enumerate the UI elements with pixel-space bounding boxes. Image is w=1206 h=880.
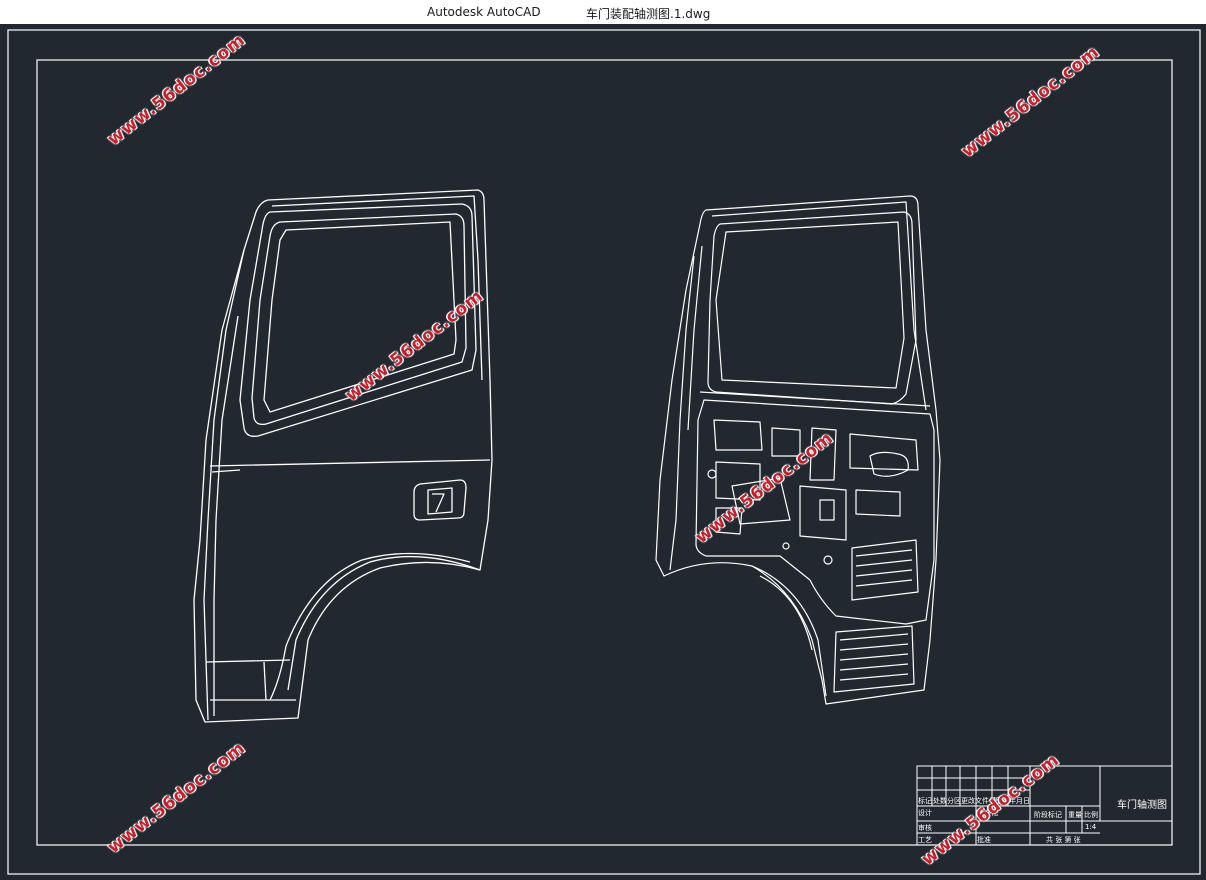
file-name: 车门装配轴测图.1.dwg	[586, 7, 711, 21]
tb-label-weight: 重量	[1068, 811, 1082, 819]
drawing-svg: 车门轴测图 标记 处数 分区 更改文件号 签名 年月日 设计 标准化 阶段标记 …	[7, 29, 1201, 875]
title-block-drawing-title: 车门轴测图	[1117, 798, 1167, 811]
tb-scale-value: 1:4	[1085, 823, 1097, 831]
tb-label-zone: 分区	[947, 796, 961, 805]
door-exterior-view	[193, 189, 493, 723]
drawing-canvas[interactable]: 车门轴测图 标记 处数 分区 更改文件号 签名 年月日 设计 标准化 阶段标记 …	[0, 24, 1206, 880]
window-titlebar: Autodesk AutoCAD 车门装配轴测图.1.dwg	[0, 0, 1206, 24]
tb-label-review: 审核	[918, 823, 932, 832]
tb-label-stage: 阶段标记	[1034, 810, 1062, 819]
tb-label-scale: 比例	[1084, 810, 1098, 819]
sheet-outer-border	[7, 29, 1201, 875]
tb-label-count: 处数	[933, 796, 947, 805]
tb-label-mark: 标记	[918, 796, 932, 805]
tb-label-process: 工艺	[918, 836, 932, 844]
tb-label-sheets: 共 张 第 张	[1046, 835, 1081, 844]
app-name: Autodesk AutoCAD	[427, 5, 541, 19]
tb-label-approve: 批准	[977, 835, 991, 844]
tb-label-design: 设计	[918, 808, 932, 817]
sheet-inner-frame	[36, 59, 1173, 846]
